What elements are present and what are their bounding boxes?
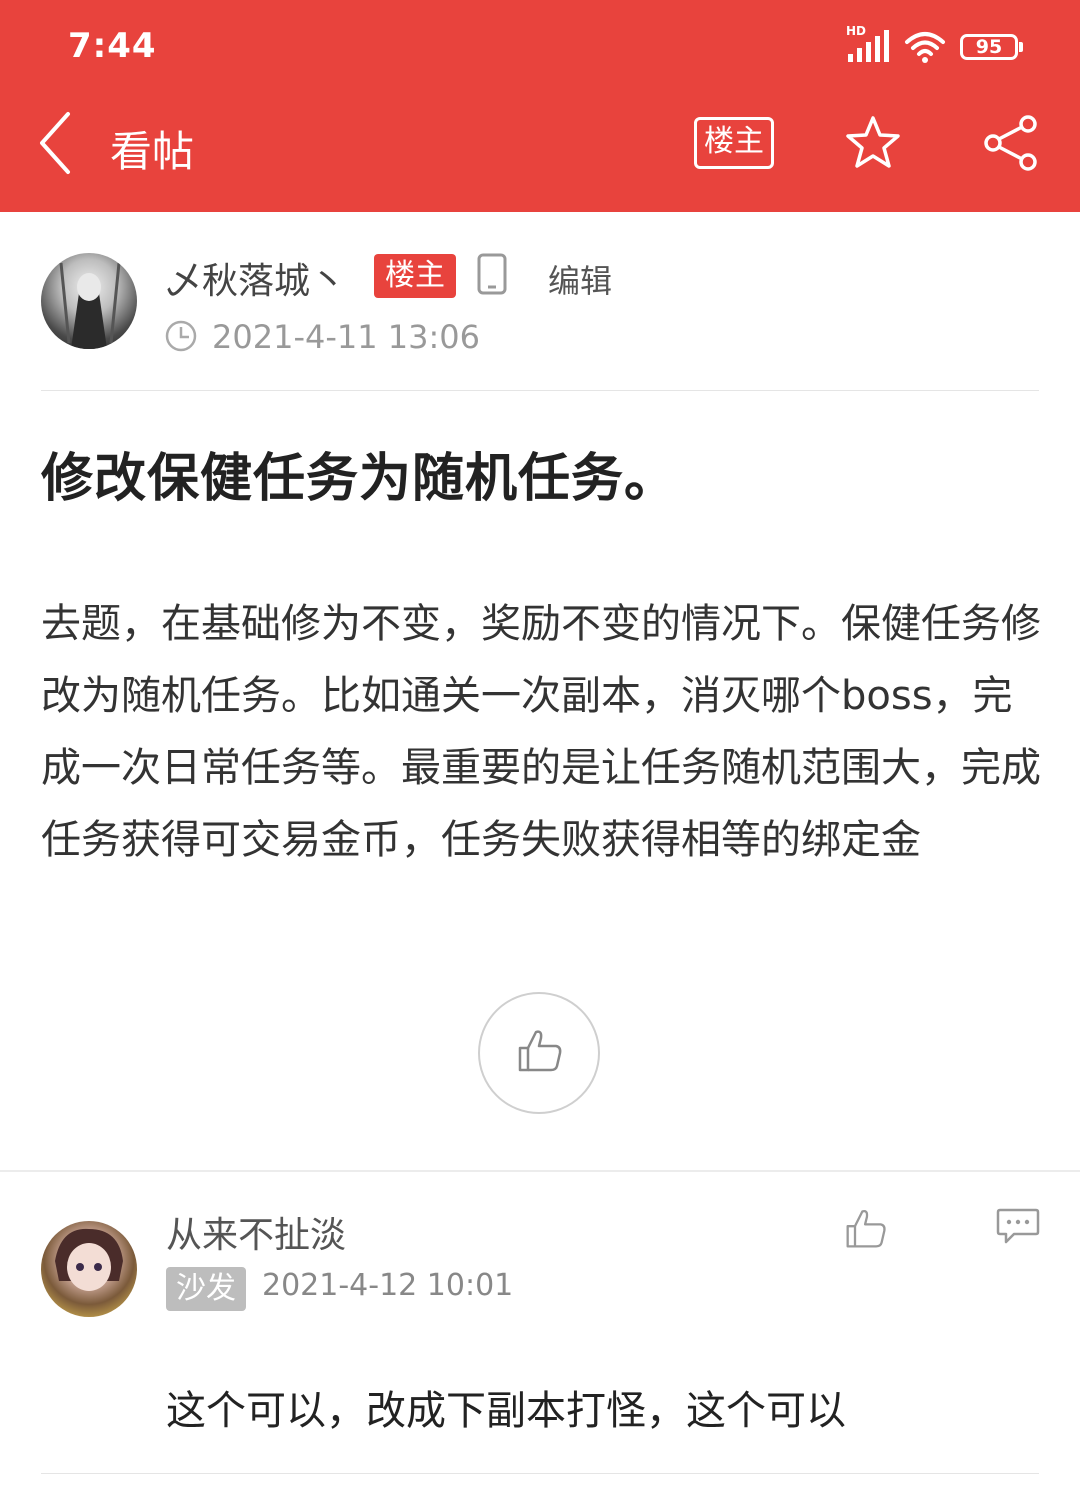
- signal-icon: [848, 30, 889, 62]
- reply-avatar[interactable]: [41, 1221, 137, 1317]
- comment-icon[interactable]: [996, 1206, 1040, 1246]
- star-icon[interactable]: [844, 114, 902, 172]
- op-badge: 楼主: [374, 254, 456, 298]
- battery-cap: [1019, 42, 1023, 52]
- phone-icon: [477, 253, 507, 295]
- share-icon[interactable]: [982, 114, 1040, 172]
- page-title: 看帖: [110, 127, 195, 176]
- reply-content: 这个可以，改成下副本打怪，这个可以: [166, 1388, 846, 1434]
- reply-timestamp: 2021-4-12 10:01: [262, 1268, 514, 1303]
- reply-thumbs-up-icon[interactable]: [844, 1206, 888, 1250]
- avatar-art: [59, 262, 121, 349]
- status-icons: HD 95: [846, 24, 1026, 68]
- author-name[interactable]: 乄秋落城丶: [166, 252, 346, 304]
- edit-button[interactable]: 编辑: [548, 256, 612, 302]
- reply-author-name[interactable]: 从来不扯淡: [166, 1206, 346, 1258]
- author-avatar[interactable]: [41, 253, 137, 349]
- clock-icon: [165, 320, 197, 352]
- header-divider: [41, 390, 1039, 391]
- battery-indicator: 95: [960, 34, 1018, 60]
- post-timestamp: 2021-4-11 13:06: [212, 318, 480, 356]
- post-body: 去题，在基础修为不变，奖励不变的情况下。保健任务修改为随机任务。比如通关一次副本…: [41, 601, 1041, 863]
- thumbs-up-icon: [518, 1030, 562, 1072]
- post-title: 修改保健任务为随机任务。: [41, 449, 678, 509]
- like-button[interactable]: [478, 992, 600, 1114]
- back-arrow-icon[interactable]: [34, 110, 78, 176]
- app-bar: 7:44 HD 95 看帖 楼主: [0, 0, 1080, 212]
- avatar-art: [55, 1228, 123, 1291]
- only-op-button[interactable]: 楼主: [694, 117, 774, 169]
- reply-divider: [41, 1473, 1039, 1474]
- status-time: 7:44: [68, 26, 157, 66]
- wifi-icon: [905, 32, 945, 63]
- section-divider: [0, 1170, 1080, 1172]
- sofa-badge: 沙发: [166, 1267, 246, 1311]
